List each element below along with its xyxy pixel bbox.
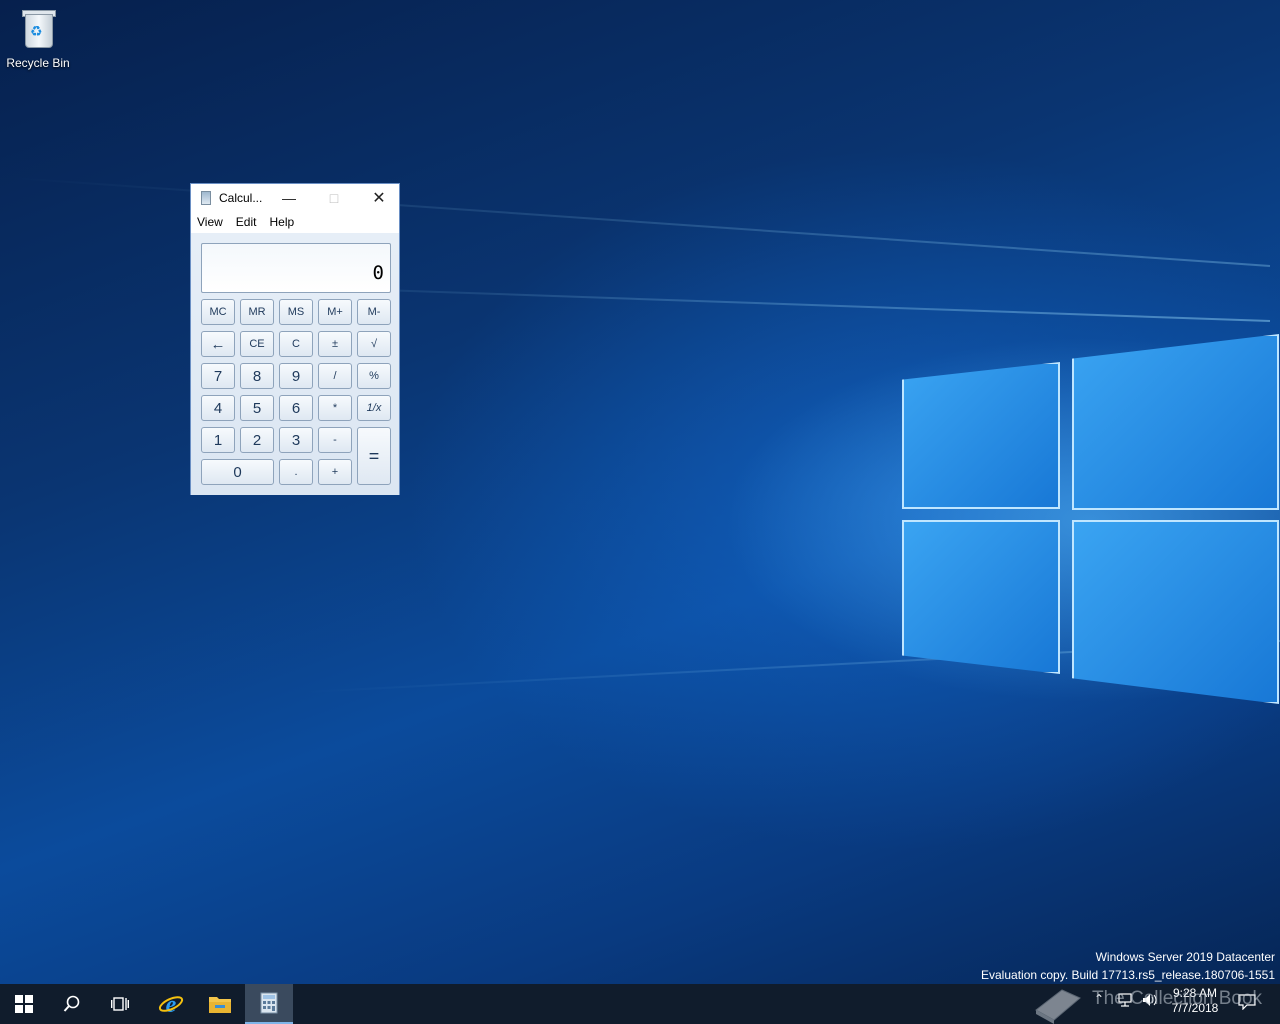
file-explorer-icon bbox=[209, 997, 231, 1013]
task-view-button[interactable] bbox=[96, 984, 144, 1024]
start-icon bbox=[15, 995, 33, 1013]
minimize-icon: — bbox=[282, 189, 296, 206]
windows-watermark: Windows Server 2019 Datacenter Evaluatio… bbox=[981, 948, 1275, 984]
digit-4-button[interactable]: 4 bbox=[201, 395, 235, 421]
site-watermark: The Collection Book bbox=[1030, 982, 1280, 1024]
decimal-button[interactable]: . bbox=[279, 459, 313, 485]
minus-button[interactable]: - bbox=[318, 427, 352, 453]
svg-text:e: e bbox=[166, 992, 177, 1017]
site-watermark-text: The Collection Book bbox=[1092, 988, 1263, 1009]
logo-pane bbox=[902, 362, 1060, 509]
digit-1-button[interactable]: 1 bbox=[201, 427, 235, 453]
digit-2-button[interactable]: 2 bbox=[240, 427, 274, 453]
calculator-app-icon bbox=[201, 190, 211, 205]
plus-button[interactable]: + bbox=[318, 459, 352, 485]
title-bar[interactable]: Calcul... — □ ✕ bbox=[191, 184, 399, 211]
sqrt-button[interactable]: √ bbox=[357, 331, 391, 357]
maximize-icon: □ bbox=[329, 189, 339, 206]
digit-3-button[interactable]: 3 bbox=[279, 427, 313, 453]
desktop-icon-recycle-bin[interactable]: ♻ Recycle Bin bbox=[4, 6, 72, 70]
digit-0-button[interactable]: 0 bbox=[201, 459, 274, 485]
digit-6-button[interactable]: 6 bbox=[279, 395, 313, 421]
plus-minus-button[interactable]: ± bbox=[318, 331, 352, 357]
ce-button[interactable]: CE bbox=[240, 331, 274, 357]
menu-help[interactable]: Help bbox=[269, 215, 294, 229]
search-icon bbox=[63, 995, 80, 1012]
calculator-display: 0 bbox=[201, 243, 391, 293]
digit-5-button[interactable]: 5 bbox=[240, 395, 274, 421]
calculator-body: 0 MC MR MS M+ M- ← CE C ± √ 7 8 9 / % 4 … bbox=[191, 233, 399, 495]
multiply-button[interactable]: * bbox=[318, 395, 352, 421]
calculator-taskbar-button[interactable] bbox=[245, 984, 293, 1024]
book-logo-icon bbox=[1035, 989, 1081, 1024]
mc-button[interactable]: MC bbox=[201, 299, 235, 325]
close-icon: ✕ bbox=[372, 189, 386, 207]
search-button[interactable] bbox=[48, 984, 96, 1024]
mr-button[interactable]: MR bbox=[240, 299, 274, 325]
start-button[interactable] bbox=[0, 984, 48, 1024]
close-button[interactable]: ✕ bbox=[356, 184, 402, 211]
task-view-icon bbox=[111, 997, 129, 1011]
logo-pane bbox=[902, 520, 1060, 674]
menu-bar: View Edit Help bbox=[191, 211, 399, 233]
m-plus-button[interactable]: M+ bbox=[318, 299, 352, 325]
c-button[interactable]: C bbox=[279, 331, 313, 357]
digit-9-button[interactable]: 9 bbox=[279, 363, 313, 389]
divide-button[interactable]: / bbox=[318, 363, 352, 389]
recycle-bin-icon: ♻ bbox=[20, 6, 56, 50]
watermark-edition: Windows Server 2019 Datacenter bbox=[1095, 950, 1275, 964]
m-minus-button[interactable]: M- bbox=[357, 299, 391, 325]
window-title: Calcul... bbox=[219, 190, 263, 205]
internet-explorer-button[interactable]: e bbox=[147, 984, 195, 1024]
backspace-button[interactable]: ← bbox=[201, 331, 235, 357]
digit-7-button[interactable]: 7 bbox=[201, 363, 235, 389]
maximize-button: □ bbox=[311, 184, 357, 211]
minimize-button[interactable]: — bbox=[266, 184, 312, 211]
logo-pane bbox=[1072, 334, 1279, 510]
percent-button[interactable]: % bbox=[357, 363, 391, 389]
calculator-icon bbox=[260, 992, 278, 1014]
ms-button[interactable]: MS bbox=[279, 299, 313, 325]
digit-8-button[interactable]: 8 bbox=[240, 363, 274, 389]
reciprocal-button[interactable]: 1/x bbox=[357, 395, 391, 421]
logo-pane bbox=[1072, 520, 1279, 704]
menu-view[interactable]: View bbox=[197, 215, 223, 229]
calculator-window: Calcul... — □ ✕ View Edit Help 0 MC MR M… bbox=[190, 183, 400, 495]
equals-button[interactable]: = bbox=[357, 427, 391, 485]
internet-explorer-icon: e bbox=[158, 992, 184, 1017]
menu-edit[interactable]: Edit bbox=[236, 215, 257, 229]
recycle-bin-label: Recycle Bin bbox=[6, 56, 70, 70]
file-explorer-button[interactable] bbox=[196, 984, 244, 1024]
